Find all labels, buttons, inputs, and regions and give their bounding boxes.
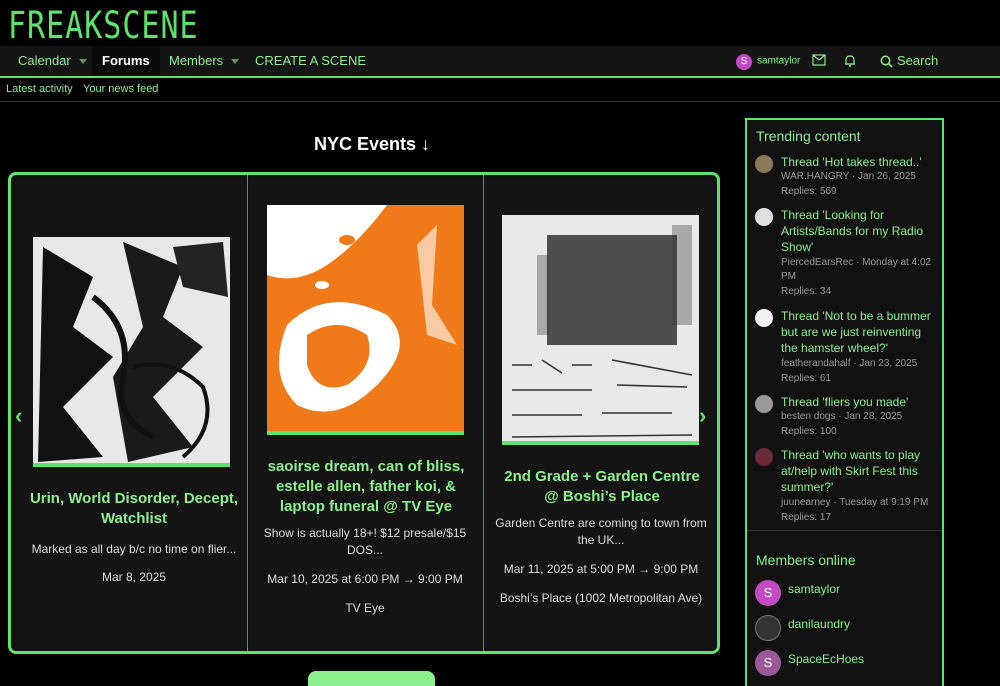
user-name: samtaylor	[757, 55, 801, 67]
nav-members[interactable]: Members	[169, 46, 240, 76]
event-title[interactable]: saoirse dream, can of bliss, estelle all…	[263, 457, 469, 517]
avatar[interactable]	[755, 309, 773, 327]
nav-calendar-label: Calendar	[18, 53, 71, 68]
trending-title[interactable]: Thread 'Looking for Artists/Bands for my…	[781, 207, 941, 255]
avatar[interactable]	[755, 615, 781, 641]
trending-title[interactable]: Thread 'who wants to play at/help with S…	[781, 447, 941, 495]
event-description: Garden Centre are coming to town from th…	[495, 516, 707, 547]
main-navbar: Calendar Forums Members CREATE A SCENE S…	[0, 46, 1000, 78]
event-description: Show is actually 18+! $12 presale/$15 DO…	[263, 526, 467, 557]
event-location: TV Eye	[345, 601, 385, 615]
card-divider	[247, 175, 248, 651]
event-date: Mar 8, 2025	[101, 570, 167, 584]
trending-title[interactable]: Thread 'Not to be a bummer but are we ju…	[781, 308, 941, 356]
event-title[interactable]: Urin, World Disorder, Decept, Watchlist	[27, 489, 241, 529]
avatar[interactable]	[755, 395, 773, 413]
search-label: Search	[897, 53, 939, 68]
alerts-button[interactable]	[844, 54, 856, 68]
site-logo-text: FREAKSCENE	[8, 4, 199, 48]
trending-replies: Replies: 61	[781, 373, 832, 384]
events-heading: NYC Events ↓	[314, 134, 431, 154]
chevron-down-icon[interactable]	[231, 59, 240, 65]
search-icon	[880, 55, 893, 68]
events-carousel: Urin, World Disorder, Decept, Watchlist …	[8, 172, 720, 654]
envelope-icon	[812, 54, 826, 66]
user-menu[interactable]: Ssamtaylor	[736, 46, 800, 76]
trending-replies: Replies: 100	[781, 426, 837, 437]
event-card[interactable]: Urin, World Disorder, Decept, Watchlist …	[15, 179, 245, 651]
trending-meta: besten dogs · Jan 28, 2025	[781, 411, 903, 422]
avatar[interactable]: S	[755, 580, 781, 606]
event-location: Boshi’s Place (1002 Metropolitan Ave)	[499, 591, 703, 605]
carousel-prev-arrow[interactable]: ‹	[15, 403, 22, 429]
member-name[interactable]: danilaundry	[788, 617, 850, 631]
chevron-down-icon[interactable]	[78, 59, 87, 65]
event-flier-image	[33, 237, 230, 467]
sidebar-divider	[747, 530, 942, 531]
trending-meta: featherandahalf · Jan 23, 2025	[781, 358, 918, 369]
avatar: S	[736, 53, 752, 70]
event-date: Mar 10, 2025 at 6:00 PM → 9:00 PM	[267, 572, 463, 586]
event-date: Mar 11, 2025 at 5:00 PM → 9:00 PM	[503, 562, 699, 576]
trending-title[interactable]: Thread 'fliers you made'	[781, 394, 941, 410]
nav-create-scene-label: CREATE A SCENE	[255, 53, 367, 68]
avatar[interactable]	[755, 448, 773, 466]
event-card[interactable]: 2nd Grade + Garden Centre @ Boshi’s Plac…	[485, 179, 717, 651]
member-name[interactable]: samtaylor	[788, 582, 840, 596]
trending-meta: juunearney · Tuesday at 9:19 PM	[781, 497, 929, 508]
avatar[interactable]	[755, 208, 773, 226]
sub-navbar: Latest activity Your news feed	[0, 78, 1000, 102]
member-name[interactable]: SpaceEcHoes	[788, 652, 864, 666]
avatar[interactable]: S	[755, 650, 781, 676]
trending-title[interactable]: Thread 'Hot takes thread..'	[781, 154, 941, 170]
event-flier-image	[502, 215, 699, 445]
carousel-next-arrow[interactable]: ›	[699, 403, 706, 429]
more-events-button[interactable]	[308, 671, 435, 686]
event-flier-image	[267, 205, 464, 435]
trending-replies: Replies: 34	[781, 286, 832, 297]
search-button[interactable]: Search	[880, 46, 938, 76]
nav-members-label: Members	[169, 53, 224, 68]
trending-heading[interactable]: Trending content	[756, 128, 861, 144]
nav-calendar[interactable]: Calendar	[18, 46, 87, 76]
nav-create-scene[interactable]: CREATE A SCENE	[255, 46, 366, 76]
event-description: Marked as all day b/c no time on flier..…	[31, 542, 237, 556]
subnav-latest-activity[interactable]: Latest activity	[6, 83, 73, 95]
avatar[interactable]	[755, 155, 773, 173]
sidebar: Trending content Thread 'Hot takes threa…	[745, 118, 944, 686]
trending-meta: PiercedEarsRec · Monday at 4:02 PM	[781, 257, 932, 282]
members-online-heading[interactable]: Members online	[756, 552, 856, 568]
trending-replies: Replies: 17	[781, 512, 832, 523]
subnav-news-feed[interactable]: Your news feed	[83, 83, 158, 95]
bell-icon	[845, 55, 855, 67]
event-title[interactable]: 2nd Grade + Garden Centre @ Boshi’s Plac…	[495, 467, 709, 507]
event-card[interactable]: saoirse dream, can of bliss, estelle all…	[249, 179, 481, 651]
inbox-button[interactable]	[812, 54, 826, 68]
trending-replies: Replies: 569	[781, 186, 837, 197]
nav-forums-label: Forums	[102, 53, 150, 68]
trending-meta: WAR.HANGRY · Jan 26, 2025	[781, 171, 916, 182]
site-logo[interactable]: FREAKSCENE	[8, 4, 199, 48]
card-divider	[483, 175, 484, 651]
nav-forums[interactable]: Forums	[92, 46, 160, 76]
